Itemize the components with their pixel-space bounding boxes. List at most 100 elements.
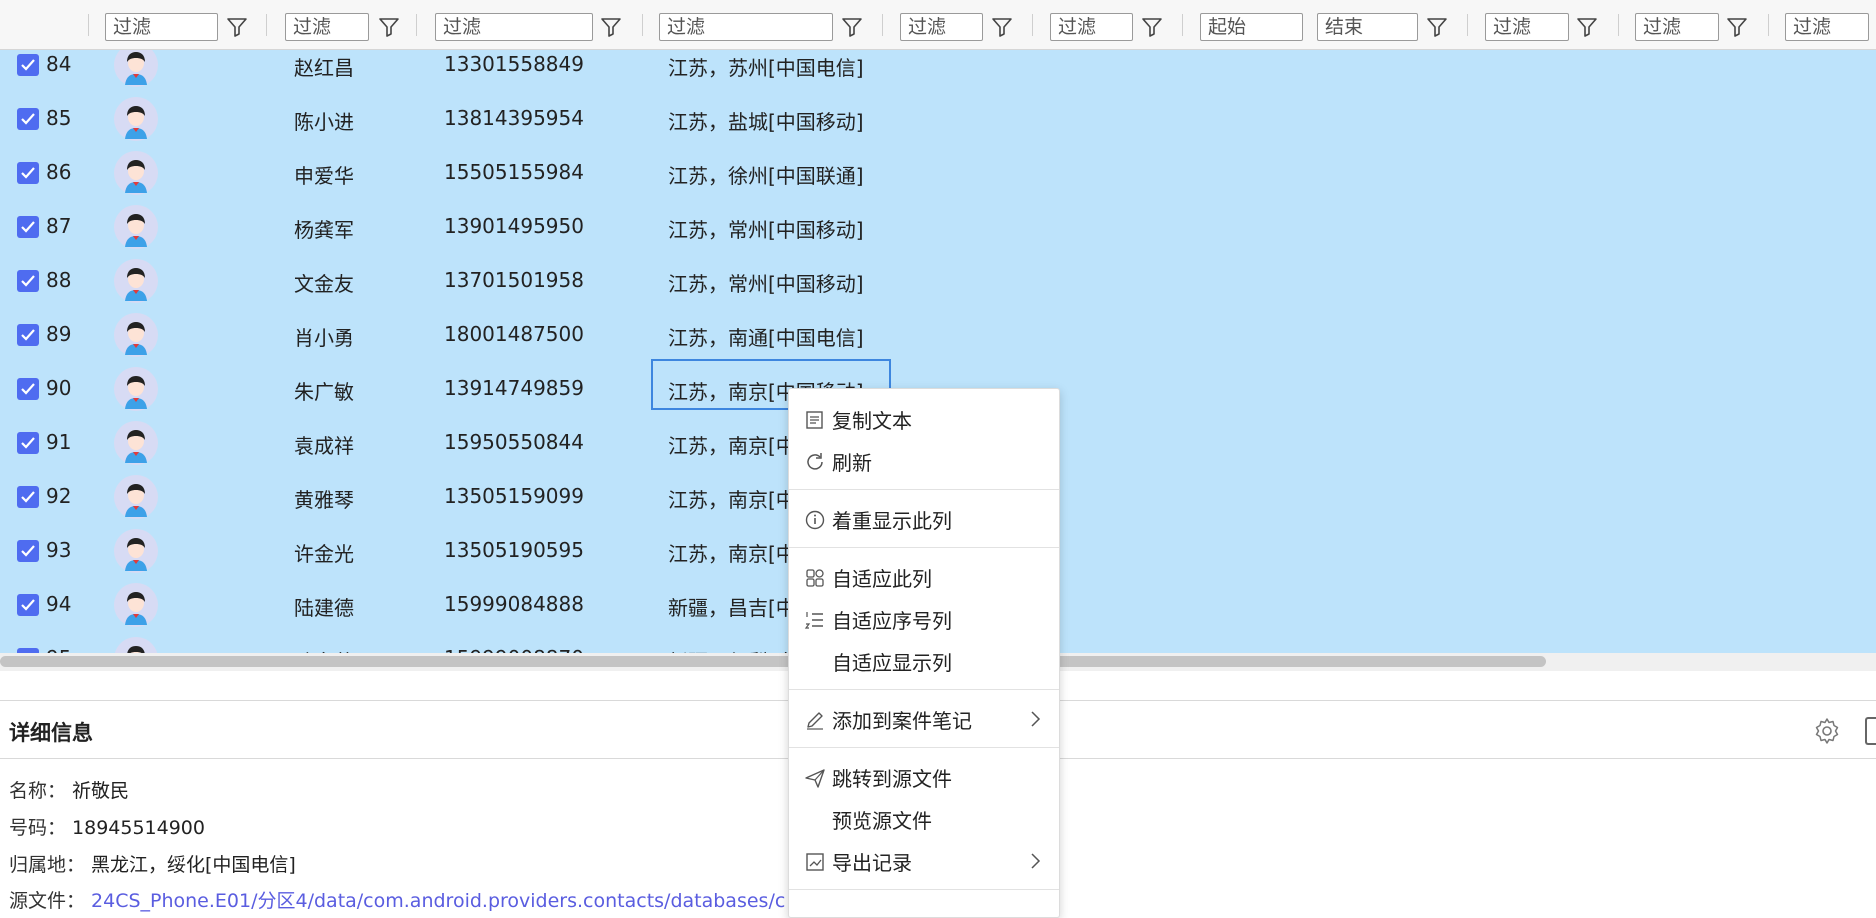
row-checkbox[interactable] [17,54,39,76]
cell-location[interactable]: 江苏，常州[中国移动] [668,268,864,297]
avatar-icon [125,592,147,625]
menu-item-preview-source[interactable]: 预览源文件 [789,799,1059,839]
cell-name[interactable]: 陆文芳 [294,646,354,653]
menu-item-autofit-column[interactable]: 自适应此列 [789,557,1059,597]
cell-name[interactable]: 黄雅琴 [294,484,354,513]
filter-input-col8[interactable] [1485,13,1569,41]
source-file-link[interactable]: 24CS_Phone.E01/分区4/data/com.android.prov… [91,890,785,912]
cell-name[interactable]: 许金光 [294,538,354,567]
filter-input-avatar[interactable] [105,13,218,41]
cell-name[interactable]: 赵红昌 [294,52,354,81]
info-icon [805,510,825,530]
cell-location[interactable]: 江苏，常州[中国移动] [668,214,864,243]
filter-input-name[interactable] [285,13,369,41]
filter-icon[interactable] [378,16,400,38]
filter-icon[interactable] [991,16,1013,38]
cell-phone[interactable]: 18001487500 [444,322,584,346]
cell-name[interactable]: 陆建德 [294,592,354,621]
table-row[interactable]: 89 肖小勇 18001487500 江苏，南通[中国电信] [0,308,1876,362]
table-row[interactable]: 88 文金友 13701501958 江苏，常州[中国移动] [0,254,1876,308]
row-checkbox[interactable] [17,270,39,292]
menu-item-add-to-case-notes[interactable]: 添加到案件笔记 [789,699,1059,739]
cell-location[interactable]: 江苏，苏州[中国电信] [668,52,864,81]
table-row[interactable]: 85 陈小进 13814395954 江苏，盐城[中国移动] [0,92,1876,146]
cell-phone[interactable]: 15950550844 [444,430,584,454]
filter-input-location[interactable] [659,13,833,41]
cell-location[interactable]: 江苏，南京[中 [668,430,796,459]
row-checkbox[interactable] [17,486,39,508]
cell-location[interactable]: 新疆，伊犁[中 [668,646,796,653]
checkbox-checked-icon [21,491,35,503]
cell-phone[interactable]: 13701501958 [444,268,584,292]
table-row[interactable]: 87 杨龚军 13901495950 江苏，常州[中国移动] [0,200,1876,254]
filter-input-end-date[interactable] [1317,13,1418,41]
cell-location[interactable]: 新疆，昌吉[中 [668,592,796,621]
filter-input-col9[interactable] [1635,13,1719,41]
checkbox-checked-icon [21,275,35,287]
table-row[interactable]: 86 申爱华 15505155984 江苏，徐州[中国联通] [0,146,1876,200]
row-checkbox[interactable] [17,108,39,130]
cell-name[interactable]: 申爱华 [294,160,354,189]
menu-item-copy-text[interactable]: 复制文本 [789,399,1059,439]
menu-item-refresh[interactable]: 刷新 [789,441,1059,481]
filter-icon[interactable] [600,16,622,38]
filter-input-col5[interactable] [900,13,983,41]
cell-name[interactable]: 朱广敏 [294,376,354,405]
filter-icon[interactable] [1426,16,1448,38]
avatar-icon [125,268,147,301]
menu-item-jump-to-source[interactable]: 跳转到源文件 [789,757,1059,797]
scrollbar-thumb[interactable] [0,656,1546,667]
avatar-icon [125,52,147,85]
column-separator [642,14,643,36]
cell-name[interactable]: 杨龚军 [294,214,354,243]
row-checkbox[interactable] [17,216,39,238]
menu-item-autofit-index-column[interactable]: 自适应序号列 [789,599,1059,639]
cell-phone[interactable]: 15999008870 [444,646,584,653]
row-checkbox[interactable] [17,432,39,454]
menu-item-highlight-column[interactable]: 着重显示此列 [789,499,1059,539]
row-checkbox[interactable] [17,540,39,562]
column-filter-bar [0,0,1876,50]
filter-icon[interactable] [1576,16,1598,38]
cell-location[interactable]: 江苏，南京[中 [668,484,796,513]
avatar [114,97,158,141]
cell-name[interactable]: 陈小进 [294,106,354,135]
avatar [114,50,158,87]
cell-phone[interactable]: 13814395954 [444,106,584,130]
detail-name: 名称： 祈敬民 [9,776,129,803]
filter-input-phone[interactable] [435,13,593,41]
menu-item-autofit-visible-columns[interactable]: 自适应显示列 [789,641,1059,681]
filter-icon[interactable] [1726,16,1748,38]
cell-name[interactable]: 袁成祥 [294,430,354,459]
gear-icon[interactable] [1812,716,1842,746]
cell-name[interactable]: 肖小勇 [294,322,354,351]
filter-icon[interactable] [841,16,863,38]
menu-label: 自适应显示列 [832,651,952,675]
cell-phone[interactable]: 15505155984 [444,160,584,184]
cell-location[interactable]: 江苏，盐城[中国移动] [668,106,864,135]
cell-name[interactable]: 文金友 [294,268,354,297]
cell-phone[interactable]: 13505159099 [444,484,584,508]
detail-source-label: 源文件： [9,890,86,912]
menu-item-export-records[interactable]: 导出记录 [789,841,1059,881]
table-row[interactable]: 84 赵红昌 13301558849 江苏，苏州[中国电信] [0,50,1876,92]
cell-phone[interactable]: 13301558849 [444,52,584,76]
row-checkbox[interactable] [17,594,39,616]
row-checkbox[interactable] [17,378,39,400]
cell-phone[interactable]: 13505190595 [444,538,584,562]
cell-phone[interactable]: 13901495950 [444,214,584,238]
filter-input-start-date[interactable] [1200,13,1303,41]
row-checkbox[interactable] [17,162,39,184]
avatar [114,313,158,357]
cell-location[interactable]: 江苏，南京[中 [668,538,796,567]
filter-input-col10[interactable] [1785,13,1869,41]
window-toggle-icon[interactable] [1865,717,1876,745]
cell-location[interactable]: 江苏，徐州[中国联通] [668,160,864,189]
filter-icon[interactable] [226,16,248,38]
filter-input-col6[interactable] [1050,13,1133,41]
cell-location[interactable]: 江苏，南通[中国电信] [668,322,864,351]
filter-icon[interactable] [1141,16,1163,38]
cell-phone[interactable]: 13914749859 [444,376,584,400]
row-checkbox[interactable] [17,324,39,346]
cell-phone[interactable]: 15999084888 [444,592,584,616]
